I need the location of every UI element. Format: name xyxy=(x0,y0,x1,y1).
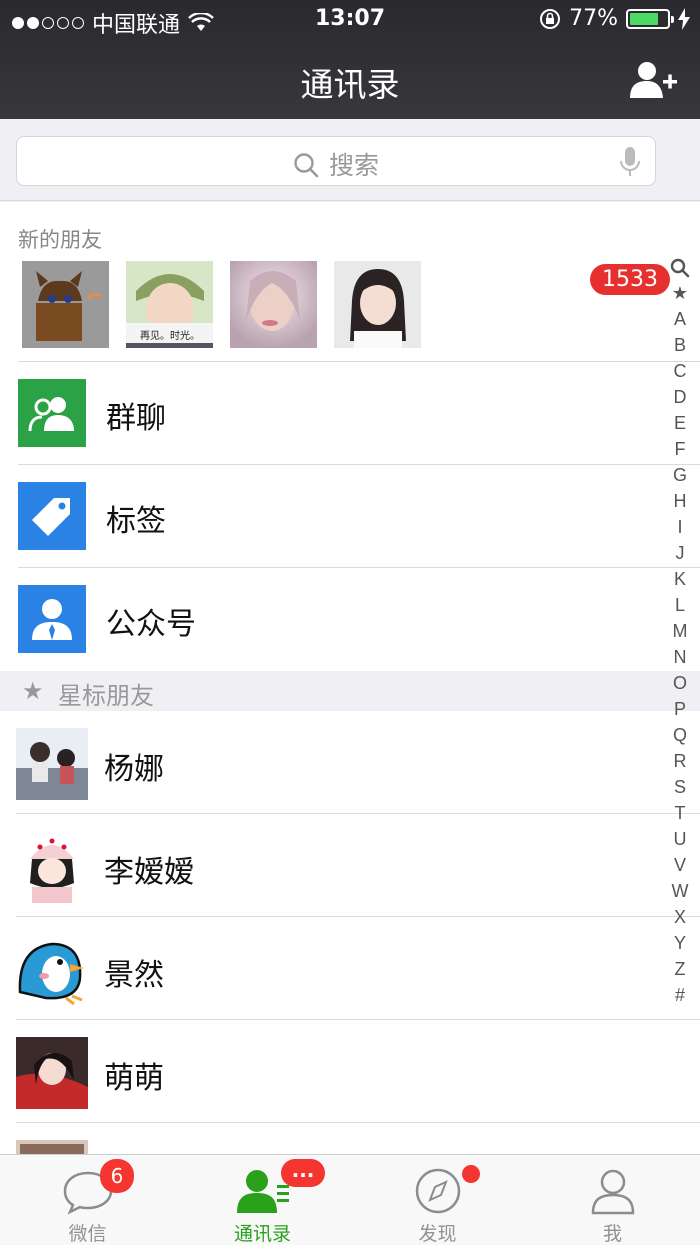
section-header-label: 星标朋友 xyxy=(58,682,154,710)
search-icon xyxy=(294,153,319,178)
index-letter[interactable]: T xyxy=(675,800,686,826)
index-letter[interactable]: O xyxy=(673,670,687,696)
index-letter[interactable]: J xyxy=(676,540,685,566)
new-friends-avatars: 再见。时光。 xyxy=(22,261,421,348)
tab-label: 通讯录 xyxy=(233,1223,291,1245)
starred-friends-header: ★ 星标朋友 xyxy=(0,671,700,711)
index-letter[interactable]: C xyxy=(674,358,687,384)
avatar xyxy=(334,261,421,348)
index-letter[interactable]: R xyxy=(674,748,687,774)
menu-item-label: 标签 xyxy=(106,504,166,539)
page-title: 通讯录 xyxy=(300,65,400,104)
index-letter[interactable]: N xyxy=(674,644,687,670)
index-letter[interactable]: I xyxy=(677,514,682,540)
status-right: 77% xyxy=(539,6,690,31)
tab-bar: 6 微信 ... 通讯录 发现 我 xyxy=(0,1154,700,1245)
index-letter[interactable]: H xyxy=(674,488,687,514)
index-letter[interactable]: P xyxy=(674,696,686,722)
index-letter[interactable]: S xyxy=(674,774,686,800)
list-item[interactable]: 景然 xyxy=(16,917,700,1020)
avatar xyxy=(16,934,88,1006)
new-friends-section[interactable]: 新的朋友 再见。时光。 1533 xyxy=(18,202,700,362)
contact-name: 李嫒嫒 xyxy=(104,855,194,890)
index-letter[interactable]: M xyxy=(673,618,688,644)
index-letter[interactable]: E xyxy=(674,410,686,436)
tab-chats[interactable]: 6 微信 xyxy=(0,1155,175,1245)
contact-name: 景然 xyxy=(104,958,164,993)
search-input[interactable]: 搜索 xyxy=(16,136,656,186)
list-item[interactable] xyxy=(16,1123,700,1154)
index-letter[interactable]: X xyxy=(674,904,686,930)
search-icon[interactable] xyxy=(670,258,690,278)
avatar xyxy=(16,728,88,800)
index-letter[interactable]: Q xyxy=(673,722,687,748)
tab-me[interactable]: 我 xyxy=(525,1155,700,1245)
battery-percent: 77% xyxy=(569,6,618,31)
search-area: 搜索 xyxy=(0,119,700,201)
index-letter[interactable]: Z xyxy=(675,956,686,982)
index-letter[interactable]: A xyxy=(674,306,686,332)
index-letter[interactable]: B xyxy=(674,332,686,358)
menu-item-official-accounts[interactable]: 公众号 xyxy=(18,568,700,671)
new-friends-label: 新的朋友 xyxy=(18,228,102,252)
avatar xyxy=(16,1037,88,1109)
avatar xyxy=(22,261,109,348)
index-letter[interactable]: W xyxy=(672,878,689,904)
status-bar: 中国联通 13:07 77% xyxy=(0,0,700,40)
tab-label: 我 xyxy=(602,1223,622,1245)
menu-item-label: 公众号 xyxy=(106,607,196,642)
index-letter[interactable]: L xyxy=(675,592,685,618)
official-account-icon xyxy=(18,585,86,653)
avatar xyxy=(16,831,88,903)
contact-name: 杨娜 xyxy=(104,752,164,787)
add-contact-icon[interactable] xyxy=(630,60,678,100)
contact-name: 萌萌 xyxy=(104,1061,164,1096)
list-item[interactable]: 萌萌 xyxy=(16,1020,700,1123)
new-friends-badge: 1533 xyxy=(590,264,670,295)
menu-item-label: 群聊 xyxy=(106,401,166,436)
index-letter[interactable]: U xyxy=(674,826,687,852)
contact-list[interactable]: 新的朋友 再见。时光。 1533 群聊 标签 公众号 ★ 星标朋友 杨娜 李嫒嫒… xyxy=(0,202,700,1154)
index-letter[interactable]: V xyxy=(674,852,686,878)
charging-bolt-icon xyxy=(678,7,690,30)
list-item[interactable]: 李嫒嫒 xyxy=(16,814,700,917)
index-letter[interactable]: G xyxy=(673,462,687,488)
red-dot-badge xyxy=(462,1165,480,1183)
index-letter[interactable]: K xyxy=(674,566,686,592)
tab-label: 微信 xyxy=(68,1223,107,1245)
tab-contacts[interactable]: ... 通讯录 xyxy=(175,1155,350,1245)
avatar-caption: 再见。时光。 xyxy=(140,329,200,342)
avatar xyxy=(16,1140,88,1154)
microphone-icon[interactable] xyxy=(619,146,641,178)
tab-label: 发现 xyxy=(418,1223,457,1245)
person-icon xyxy=(591,1169,634,1215)
index-letter[interactable]: F xyxy=(675,436,686,462)
battery-icon xyxy=(626,8,674,29)
menu-item-tags[interactable]: 标签 xyxy=(18,465,700,568)
index-letter[interactable]: Y xyxy=(674,930,686,956)
avatar xyxy=(230,261,317,348)
group-chat-icon xyxy=(18,379,86,447)
avatar: 再见。时光。 xyxy=(126,261,213,348)
index-letter[interactable]: # xyxy=(675,982,685,1008)
alphabet-index[interactable]: ★ A B C D E F G H I J K L M N O P Q R S T U V W X Y Z # xyxy=(666,258,694,1008)
index-letter[interactable]: D xyxy=(674,384,687,410)
star-icon: ★ xyxy=(22,677,44,705)
list-item[interactable]: 杨娜 xyxy=(16,711,700,814)
menu-item-group-chat[interactable]: 群聊 xyxy=(18,362,700,465)
tag-icon xyxy=(18,482,86,550)
search-placeholder: 搜索 xyxy=(328,151,379,180)
top-bar: 中国联通 13:07 77% 通讯录 xyxy=(0,0,700,119)
tab-discover[interactable]: 发现 xyxy=(350,1155,525,1245)
rotation-lock-icon xyxy=(540,8,561,29)
unread-badge: 6 xyxy=(100,1159,134,1193)
notification-badge: ... xyxy=(281,1159,325,1187)
compass-icon xyxy=(415,1168,460,1214)
index-letter[interactable]: ★ xyxy=(672,280,688,306)
